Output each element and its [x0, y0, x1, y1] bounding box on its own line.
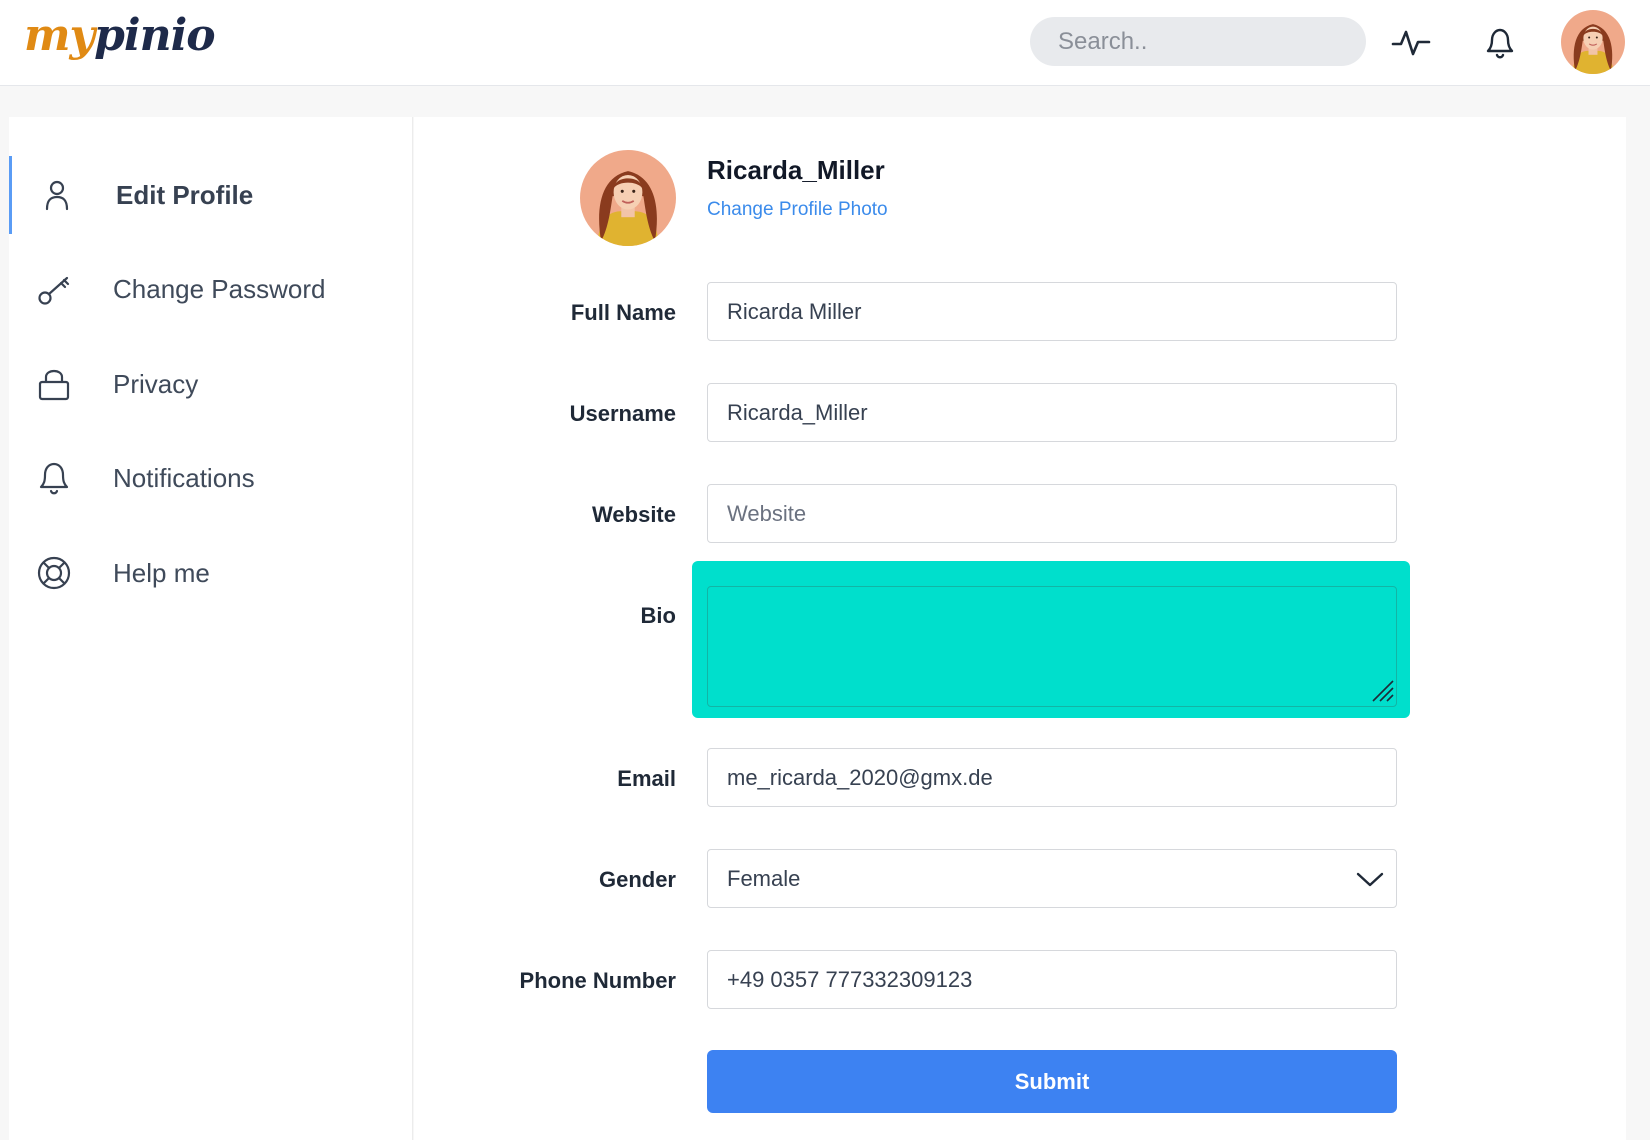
- resize-handle-icon[interactable]: [1369, 677, 1395, 703]
- logo-part-my: my: [24, 10, 95, 61]
- edit-profile-panel: Ricarda_Miller Change Profile Photo Full…: [414, 117, 1626, 1140]
- search-input[interactable]: [1030, 17, 1366, 66]
- gender-selected-value: Female: [707, 849, 1397, 908]
- sidebar-item-label: Help me: [113, 558, 210, 588]
- user-avatar[interactable]: [1561, 10, 1625, 74]
- full-name-label: Full Name: [570, 300, 676, 325]
- phone-field[interactable]: [707, 950, 1397, 1009]
- sidebar-item-label: Privacy: [113, 369, 199, 399]
- activity-icon[interactable]: [1389, 20, 1433, 64]
- lock-icon: [38, 369, 70, 401]
- avatar-image: [580, 150, 676, 246]
- avatar-image: [1561, 10, 1625, 74]
- bell-icon[interactable]: [1478, 20, 1522, 64]
- username-field[interactable]: [707, 383, 1397, 442]
- website-field[interactable]: [707, 484, 1397, 543]
- full-name-field[interactable]: [707, 282, 1397, 341]
- email-label: Email: [617, 766, 676, 791]
- profile-username: Ricarda_Miller: [707, 155, 885, 185]
- bell-icon: [39, 462, 69, 495]
- logo-part-pinio: pinio: [94, 10, 216, 61]
- sidebar-item-label: Change Password: [113, 274, 326, 304]
- top-navbar: mypinio: [0, 0, 1650, 86]
- app-logo[interactable]: mypinio: [24, 6, 216, 66]
- user-icon: [45, 180, 69, 211]
- bio-label: Bio: [640, 603, 676, 628]
- email-field[interactable]: [707, 748, 1397, 807]
- sidebar-item-change-password[interactable]: Change Password: [9, 250, 413, 328]
- gender-select[interactable]: Female: [707, 849, 1397, 908]
- sidebar-item-edit-profile[interactable]: Edit Profile: [9, 156, 413, 234]
- key-icon: [38, 276, 70, 305]
- sidebar-item-label: Notifications: [113, 463, 255, 493]
- bio-textarea[interactable]: [707, 586, 1397, 707]
- chevron-down-icon: [1356, 872, 1384, 887]
- settings-sidebar: Edit Profile Change Password Privacy Not…: [9, 117, 413, 1140]
- website-label: Website: [592, 502, 676, 527]
- gender-label: Gender: [598, 867, 676, 892]
- sidebar-item-notifications[interactable]: Notifications: [9, 439, 413, 517]
- submit-button[interactable]: Submit: [707, 1050, 1397, 1113]
- sidebar-item-label: Edit Profile: [116, 180, 254, 210]
- sidebar-item-help[interactable]: Help me: [9, 534, 413, 612]
- sidebar-item-privacy[interactable]: Privacy: [9, 345, 413, 423]
- profile-avatar: [580, 150, 676, 246]
- lifebuoy-icon: [37, 556, 71, 590]
- phone-label: Phone Number: [519, 968, 676, 993]
- change-profile-photo-link[interactable]: Change Profile Photo: [707, 197, 888, 223]
- username-label: Username: [569, 401, 676, 426]
